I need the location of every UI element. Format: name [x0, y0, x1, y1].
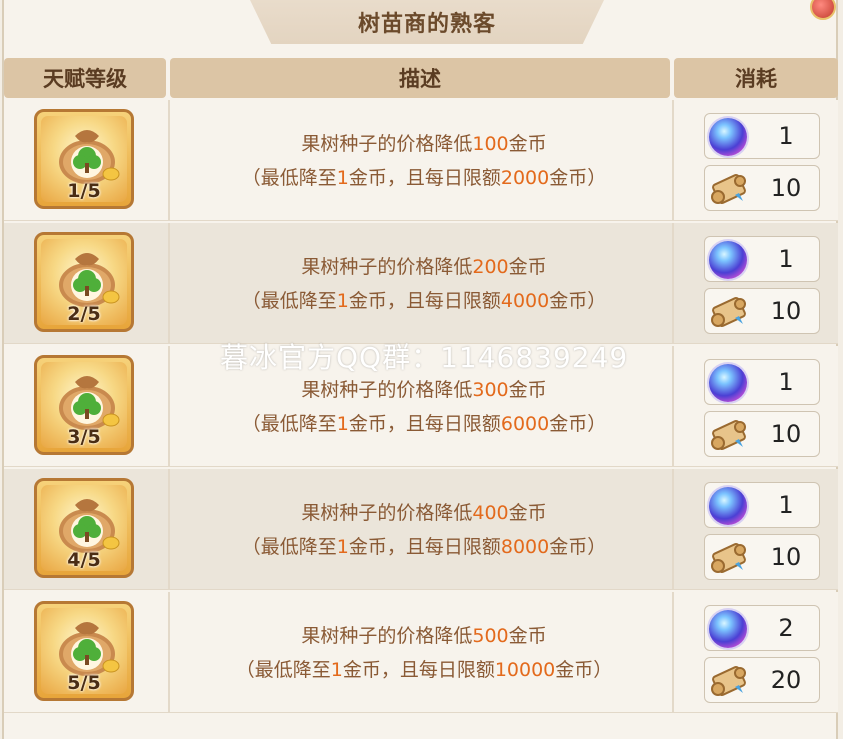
seed-bag-tree-icon[interactable]: 5/5	[34, 601, 134, 701]
talent-description: 果树种子的价格降低100金币 （最低降至1金币，且每日限额2000金币）	[174, 100, 674, 221]
cost-crystal: 1	[704, 482, 820, 528]
description-line-2: （最低降至1金币，且每日限额8000金币）	[241, 535, 607, 558]
column-divider	[168, 469, 170, 589]
scroll-icon	[711, 297, 746, 327]
cost-scroll-amount: 10	[770, 174, 802, 202]
description-line-1: 果树种子的价格降低100金币	[301, 132, 547, 155]
description-line-2: （最低降至1金币，且每日限额10000金币）	[235, 658, 613, 681]
talent-level-label: 5/5	[67, 672, 101, 694]
crystal-orb-icon	[709, 610, 747, 648]
cost-scroll: 20	[704, 657, 820, 703]
header-description: 描述	[170, 58, 670, 98]
cost-crystal: 2	[704, 605, 820, 651]
description-line-2: （最低降至1金币，且每日限额4000金币）	[241, 289, 607, 312]
column-divider	[168, 223, 170, 343]
cost-crystal-amount: 1	[778, 491, 794, 519]
talent-level-label: 1/5	[67, 180, 101, 202]
scroll-icon	[711, 420, 746, 450]
column-divider	[168, 592, 170, 712]
cost-crystal-amount: 1	[778, 245, 794, 273]
crystal-orb-icon	[709, 241, 747, 279]
crystal-orb-icon	[709, 487, 747, 525]
cost-scroll-amount: 10	[770, 297, 802, 325]
cost-crystal: 1	[704, 113, 820, 159]
cost-crystal: 1	[704, 359, 820, 405]
seed-bag-tree-icon[interactable]: 2/5	[34, 232, 134, 332]
header-cost: 消耗	[674, 58, 838, 98]
seed-bag-tree-icon[interactable]: 4/5	[34, 478, 134, 578]
cost-crystal-amount: 1	[778, 122, 794, 150]
cost-crystal: 1	[704, 236, 820, 282]
cost-scroll-amount: 10	[770, 420, 802, 448]
scroll-icon	[711, 543, 746, 573]
scroll-icon	[711, 174, 746, 204]
cost-scroll: 10	[704, 411, 820, 457]
description-line-2: （最低降至1金币，且每日限额2000金币）	[241, 166, 607, 189]
cost-crystal-amount: 1	[778, 368, 794, 396]
cost-scroll-amount: 10	[770, 543, 802, 571]
table-row-4: 4/5 果树种子的价格降低400金币 （最低降至1金币，且每日限额8000金币）…	[4, 469, 838, 590]
table-header: 天赋等级 描述 消耗	[4, 58, 838, 98]
cost-scroll: 10	[704, 534, 820, 580]
description-line-1: 果树种子的价格降低400金币	[301, 501, 547, 524]
crystal-orb-icon	[709, 118, 747, 156]
cost-crystal-amount: 2	[778, 614, 794, 642]
cost-scroll: 10	[704, 288, 820, 334]
description-line-1: 果树种子的价格降低500金币	[301, 624, 547, 647]
crystal-orb-icon	[709, 364, 747, 402]
talent-description: 果树种子的价格降低400金币 （最低降至1金币，且每日限额8000金币）	[174, 469, 674, 590]
header-level: 天赋等级	[4, 58, 166, 98]
cost-scroll-amount: 20	[770, 666, 802, 694]
column-divider	[168, 346, 170, 466]
talent-level-label: 3/5	[67, 426, 101, 448]
description-line-1: 果树种子的价格降低200金币	[301, 255, 547, 278]
cost-scroll: 10	[704, 165, 820, 211]
table-row-1: 1/5 果树种子的价格降低100金币 （最低降至1金币，且每日限额2000金币）…	[4, 100, 838, 221]
table-row-2: 2/5 果树种子的价格降低200金币 （最低降至1金币，且每日限额4000金币）…	[4, 223, 838, 344]
talent-level-label: 4/5	[67, 549, 101, 571]
seed-bag-tree-icon[interactable]: 3/5	[34, 355, 134, 455]
talent-description: 果树种子的价格降低200金币 （最低降至1金币，且每日限额4000金币）	[174, 223, 674, 344]
column-divider	[168, 100, 170, 220]
corner-gem-icon	[810, 0, 836, 20]
scroll-icon	[711, 666, 746, 696]
description-line-2: （最低降至1金币，且每日限额6000金币）	[241, 412, 607, 435]
seed-bag-tree-icon[interactable]: 1/5	[34, 109, 134, 209]
panel-title: 树苗商的熟客	[357, 12, 496, 37]
talent-level-label: 2/5	[67, 303, 101, 325]
watermark-text: 暮冰官方QQ群：1146839249	[220, 341, 629, 374]
table-row-5: 5/5 果树种子的价格降低500金币 （最低降至1金币，且每日限额10000金币…	[4, 592, 838, 713]
talent-description: 果树种子的价格降低500金币 （最低降至1金币，且每日限额10000金币）	[174, 592, 674, 713]
description-line-1: 果树种子的价格降低300金币	[301, 378, 547, 401]
panel-title-tab: 树苗商的熟客	[250, 0, 604, 44]
